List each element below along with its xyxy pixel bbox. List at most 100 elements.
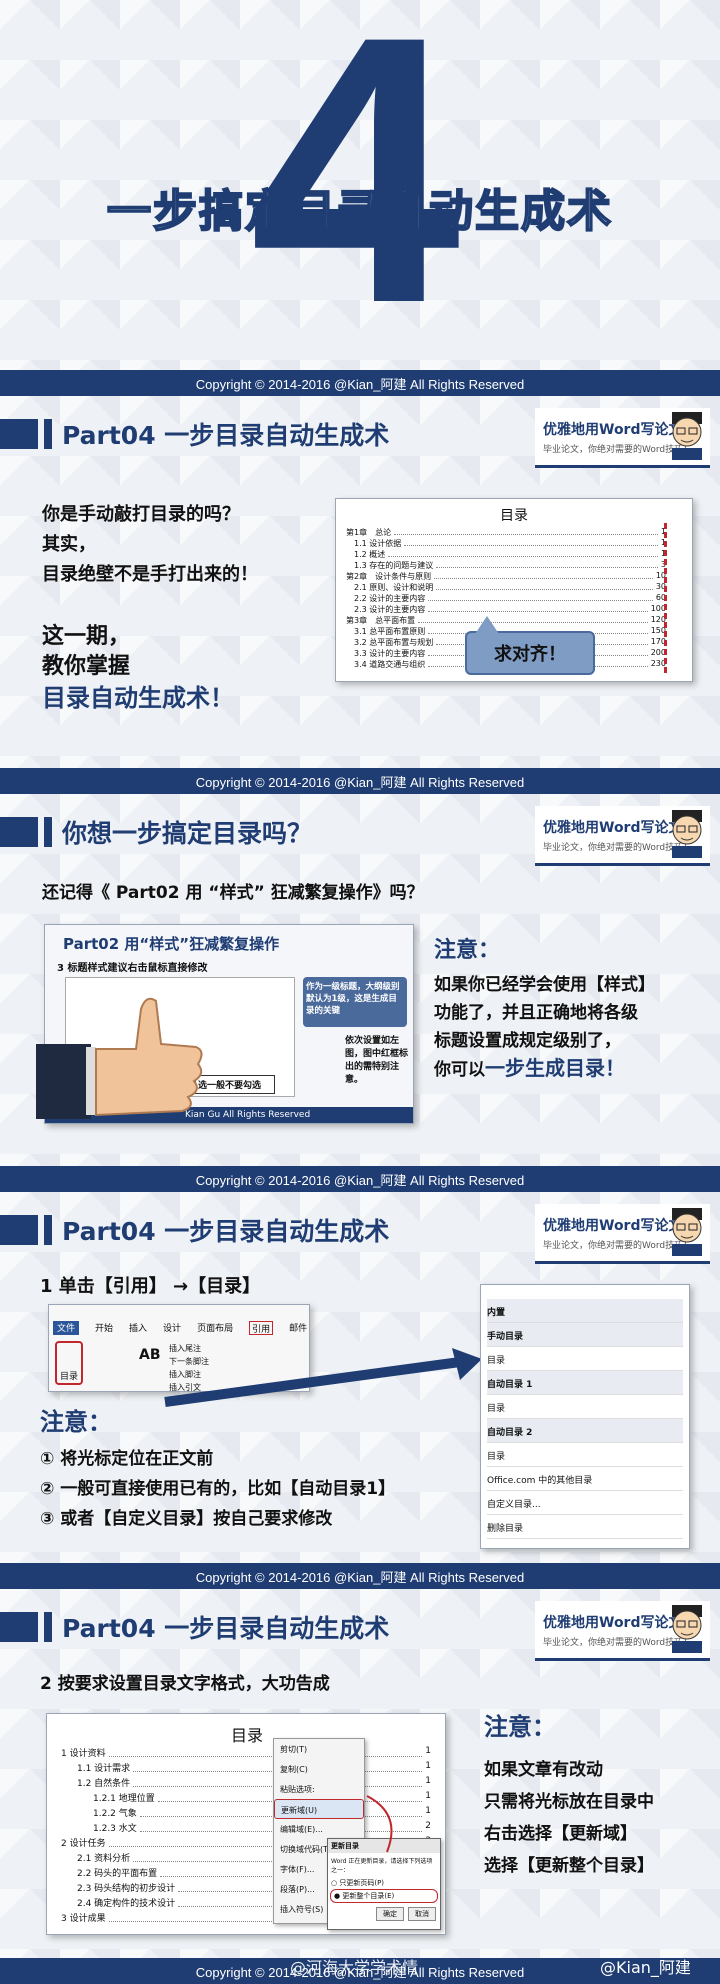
- option-update-all[interactable]: ● 更新整个目录(E): [330, 1889, 438, 1903]
- toc-row: 1.3 存在的问题与建议 3: [354, 560, 666, 571]
- toc-entry-page: 1: [425, 1776, 431, 1786]
- toc-entry-text: 1.1 设计依据: [354, 539, 402, 548]
- panel-item[interactable]: 自定义目录...: [487, 1491, 683, 1515]
- toc-entry-text: 1.2.2 气象: [93, 1809, 137, 1819]
- toc-row: 1 设计资料 1: [61, 1746, 431, 1761]
- section-step1: Part04 一步目录自动生成术 优雅地用Word写论文 毕业论文，你绝对需要的…: [0, 1192, 720, 1563]
- toc-button[interactable]: 目录: [55, 1341, 83, 1385]
- toc-entry-text: 3.2 总平面布置与规划: [354, 638, 434, 647]
- panel-item[interactable]: 目录: [487, 1395, 683, 1419]
- thumbs-up-icon: [36, 997, 203, 1119]
- copyright-bar: Copyright © 2014-2016 @Kian_阿建 All Right…: [0, 1166, 720, 1192]
- toc-entry-text: 2 设计任务: [61, 1839, 106, 1849]
- toc-entry-text: 1.2.1 地理位置: [93, 1794, 155, 1804]
- toc-entry-text: 3 设计成果: [61, 1914, 106, 1924]
- ribbon-tab[interactable]: 页面布局: [197, 1321, 233, 1335]
- context-menu-item[interactable]: 剪切(T): [274, 1739, 364, 1759]
- toc-entry-page: 1: [425, 1791, 431, 1801]
- toc-entry-text: 1.2.3 水文: [93, 1824, 137, 1834]
- hero-section: 4 一步搞定目录自动生成术: [0, 0, 720, 370]
- intro-line-3: 目录绝壁不是手打出来的！: [42, 564, 258, 585]
- copyright-bar: Copyright © 2014-2016 @Kian_阿建 All Right…: [0, 768, 720, 794]
- panel-item[interactable]: 删除目录: [487, 1515, 683, 1539]
- context-menu-item[interactable]: 复制(C): [274, 1759, 364, 1779]
- section-recall: 你想一步搞定目录吗？ 优雅地用Word写论文 毕业论文，你绝对需要的Word技巧…: [0, 794, 720, 1166]
- step2-note-1: 如果文章有改动: [484, 1760, 603, 1780]
- toc-entry-text: 1.2 自然条件: [77, 1779, 131, 1789]
- ok-button[interactable]: 确定: [376, 1907, 404, 1921]
- toc-entry-page: 2: [425, 1821, 431, 1831]
- ribbon-tabs: 文件 开始 插入 设计 页面布局 引用 邮件: [53, 1321, 307, 1335]
- toc-entry-text: 2.3 设计的主要内容: [354, 605, 426, 614]
- toc-dropdown-panel: 内置 手动目录 目录 自动目录 1 目录 自动目录 2 目录 Office.com 中的其他目…: [480, 1284, 690, 1549]
- recall-note-line-4: 你可以一步生成目录！: [434, 1056, 625, 1080]
- step2-note-3: 右击选择【更新域】: [484, 1824, 637, 1844]
- panel-item[interactable]: 自动目录 1: [487, 1371, 683, 1395]
- ribbon-tab[interactable]: 设计: [163, 1321, 181, 1335]
- toc-row: 2.3 设计的主要内容 100: [354, 604, 666, 615]
- panel-item[interactable]: 目录: [487, 1347, 683, 1371]
- step1-note-head: 注意：: [40, 1408, 112, 1436]
- ribbon-tab[interactable]: 插入: [129, 1321, 147, 1335]
- toc-update-screenshot: 目录 1 设计资料 1 1.1 设计需求 1 1.2 自然条件 1 1.2.1 地理位置 1 1…: [46, 1713, 446, 1935]
- toc-entry-text: 2.2 码头的平面布置: [77, 1869, 158, 1879]
- avatar-icon: [672, 412, 702, 460]
- shot-note: 依次设置如左图，图中红框标出的需特别注意。: [345, 1036, 409, 1085]
- arrow-icon: [164, 1348, 482, 1407]
- toc-entry-text: 第3章 总平面布置: [346, 616, 416, 625]
- callout-tail: [475, 616, 499, 634]
- shot-title: Part02 用“样式”狂减繁复操作: [63, 935, 280, 953]
- panel-item[interactable]: 目录: [487, 1443, 683, 1467]
- ribbon-tab[interactable]: 开始: [95, 1321, 113, 1335]
- step1-item-1: ① 将光标定位在正文前: [40, 1449, 214, 1469]
- toc-row: 1.2 概述 1: [354, 549, 666, 560]
- ribbon-tab[interactable]: 文件: [53, 1321, 80, 1335]
- step2-note-4: 选择【更新整个目录】: [484, 1856, 654, 1876]
- panel-items: 内置 手动目录 目录 自动目录 1 目录 自动目录 2 目录 Office.com 中的其他目…: [487, 1299, 683, 1539]
- option-update-pages[interactable]: ○ 只更新页码(P): [328, 1877, 440, 1889]
- shot-tip: 选一般不要勾选: [195, 1075, 275, 1094]
- section-step2: Part04 一步目录自动生成术 优雅地用Word写论文 毕业论文，你绝对需要的…: [0, 1589, 720, 1958]
- toc-entry-text: 3.1 总平面布置原则: [354, 627, 426, 636]
- toc-entry-text: 第1章 总论: [346, 528, 392, 537]
- toc-row: 1.2 自然条件 1: [77, 1776, 431, 1791]
- watermark-right: @Kian_阿建: [600, 1958, 691, 1977]
- callout-bubble: 求对齐！: [465, 631, 595, 675]
- toc-entry-text: 2.1 资料分析: [77, 1854, 131, 1864]
- toc-row: 第3章 总平面布置 120: [346, 615, 666, 626]
- panel-item[interactable]: 手动目录: [487, 1323, 683, 1347]
- toc-row: 第1章 总论 1: [346, 527, 666, 538]
- section-title: Part04 一步目录自动生成术: [0, 1210, 389, 1250]
- recall-text: 还记得《 Part02 用 “样式” 狂减繁复操作》吗？: [42, 883, 424, 903]
- red-connector: [366, 1795, 393, 1853]
- step1-text: 1 单击【引用】 →【目录】: [40, 1276, 261, 1297]
- ribbon-tab[interactable]: 邮件: [289, 1321, 307, 1335]
- toc-row: 1.1 设计依据 1: [354, 538, 666, 549]
- ribbon-tab[interactable]: 引用: [249, 1321, 274, 1335]
- recall-note-line-3: 标题设置成规定级别了，: [434, 1031, 621, 1051]
- toc-row: 1.1 设计需求 1: [77, 1761, 431, 1776]
- toc-entry-text: 1 设计资料: [61, 1749, 106, 1759]
- toc-entry-text: 2.2 设计的主要内容: [354, 594, 426, 603]
- intro-highlight: 目录自动生成术！: [42, 684, 234, 712]
- toc-entry-text: 3.4 道路交通与组织: [354, 660, 426, 669]
- cancel-button[interactable]: 取消: [408, 1907, 436, 1921]
- toc-entry-text: 2.1 原则、设计和说明: [354, 583, 434, 592]
- step1-item-2: ② 一般可直接使用已有的，比如【自动目录1】: [40, 1479, 396, 1499]
- recall-note-line-1: 如果你已经学会使用【样式】: [434, 975, 655, 995]
- section-title: Part04 一步目录自动生成术: [0, 1607, 389, 1647]
- intro-line-2: 其实，: [42, 534, 96, 555]
- intro-line-5: 教你掌握: [42, 654, 131, 679]
- step1-item-3: ③ 或者【自定义目录】按自己要求修改: [40, 1509, 333, 1529]
- toc-entry-text: 1.2 概述: [354, 550, 386, 559]
- toc-entry-text: 3.3 设计的主要内容: [354, 649, 426, 658]
- avatar-icon: [672, 1605, 702, 1653]
- panel-item[interactable]: Office.com 中的其他目录: [487, 1467, 683, 1491]
- ribbon-ab[interactable]: AB: [139, 1347, 161, 1363]
- avatar-icon: [672, 810, 702, 858]
- toc-entry-page: 1: [425, 1746, 431, 1756]
- toc-entry-text: 1.3 存在的问题与建议: [354, 561, 434, 570]
- toc-entry-page: 1: [425, 1806, 431, 1816]
- panel-item[interactable]: 自动目录 2: [487, 1419, 683, 1443]
- panel-item[interactable]: 内置: [487, 1299, 683, 1323]
